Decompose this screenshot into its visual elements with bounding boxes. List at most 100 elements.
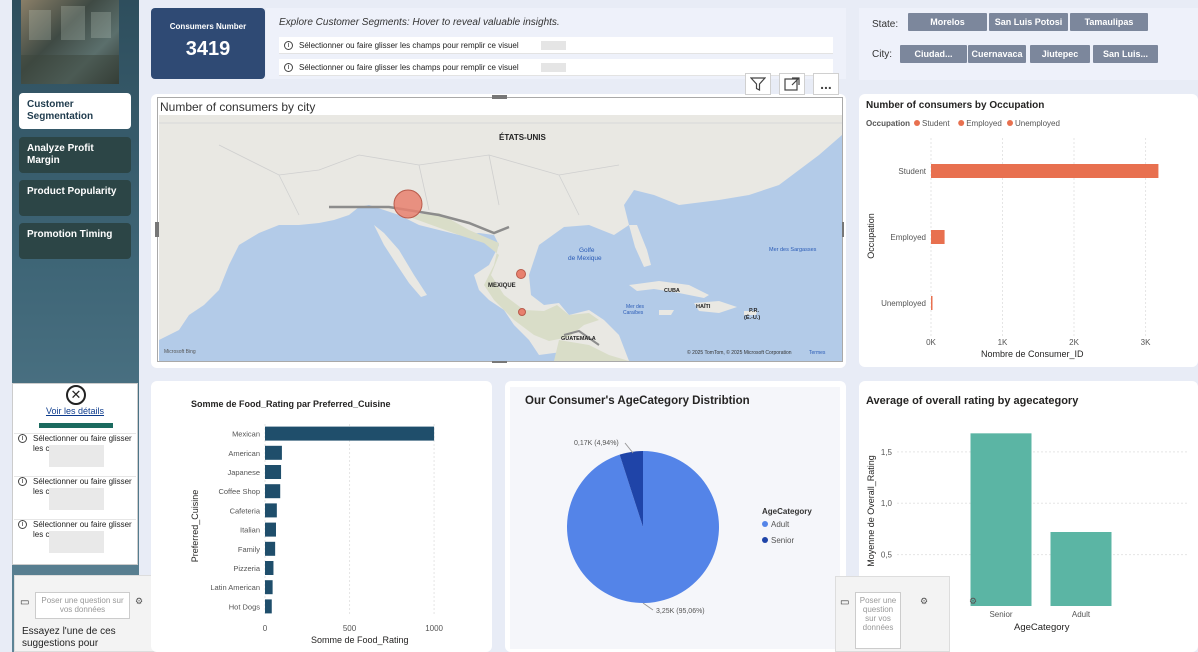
more-options-icon[interactable]: ... [813, 73, 839, 95]
resize-handle[interactable] [492, 95, 507, 99]
city-label: City: [872, 49, 892, 60]
info-icon: i [18, 477, 27, 486]
info-icon: i [284, 41, 293, 50]
city-chip-jiutepec[interactable]: Jiutepec [1030, 45, 1090, 63]
y-axis-label: Preferred_Cuisine [190, 490, 200, 563]
legend-marker [1007, 120, 1013, 126]
filter-icon[interactable] [745, 73, 771, 95]
y-axis-label: Moyenne de Overall_Rating [866, 455, 876, 567]
leader-line [642, 602, 654, 611]
map-visual[interactable]: ÉTATS-UNIS MEXIQUE CUBA HAÏTI P.R. (É.-U… [159, 115, 842, 361]
info-icon: i [284, 63, 293, 72]
bar [931, 296, 933, 310]
chat-icon: ▭ [840, 597, 850, 608]
qa-input-left[interactable]: Poser une question sur vos données [35, 592, 130, 619]
legend-entry: Unemployed [1015, 119, 1060, 128]
map-label: Mer des Sargasses [769, 247, 817, 253]
bar [931, 164, 1159, 178]
map-label: Golfe [579, 247, 595, 254]
map-label: de Mexique [568, 255, 602, 262]
leader-line [624, 442, 634, 454]
city-chip-san-luis[interactable]: San Luis... [1093, 45, 1158, 63]
details-link[interactable]: Voir les détails [12, 406, 138, 416]
y-tick-label: Unemployed [881, 299, 926, 308]
map-label: MEXIQUE [488, 283, 516, 289]
avg-title: Average of overall rating by agecategory [866, 395, 1079, 407]
y-tick-label: Italian [240, 526, 260, 535]
y-tick-label: 1,0 [881, 499, 893, 508]
settings-icon[interactable]: ⚙ [135, 596, 143, 607]
food-chart[interactable]: Somme de Food_Rating par Preferred_Cuisi… [151, 381, 492, 652]
bar [265, 561, 274, 575]
legend-entry: Senior [771, 536, 794, 545]
map-label: GUATEMALA [561, 336, 596, 342]
bar [970, 433, 1032, 606]
map-attribution: © 2025 TomTom, © 2025 Microsoft Corporat… [687, 349, 792, 356]
age-chart[interactable]: Our Consumer's AgeCategory Distribtion 3… [505, 381, 846, 652]
legend-entry: Employed [966, 119, 1002, 128]
x-axis-label: Somme de Food_Rating [311, 635, 409, 645]
data-label: 3,25K (95,06%) [656, 608, 705, 615]
map-title: Number of consumers by city [160, 100, 316, 114]
map-label: Caraïbes [623, 310, 644, 316]
bing-logo: Microsoft Bing [164, 349, 196, 355]
city-bubble [516, 269, 526, 279]
x-tick-label: 3K [1141, 338, 1151, 347]
x-tick-label: 2K [1069, 338, 1079, 347]
x-axis-label: AgeCategory [1014, 622, 1070, 633]
focus-mode-icon[interactable] [779, 73, 805, 95]
x-tick-label: 1K [998, 338, 1008, 347]
age-title: Our Consumer's AgeCategory Distribtion [525, 395, 750, 407]
nav-product-popularity[interactable]: Product Popularity [19, 180, 131, 216]
info-icon: i [18, 434, 27, 443]
map-label: ÉTATS-UNIS [499, 133, 546, 142]
y-tick-label: Mexican [232, 430, 260, 439]
occupation-chart[interactable]: Number of consumers by Occupation Occupa… [859, 94, 1198, 367]
y-tick-label: Cafeteria [230, 506, 261, 515]
map-label: (É.-U.) [744, 313, 760, 321]
explore-text: Explore Customer Segments: Hover to reve… [279, 17, 560, 28]
y-axis-label: Occupation [866, 213, 876, 259]
x-tick-label: 0 [263, 624, 268, 633]
legend-entry: Adult [771, 520, 790, 529]
bar [1050, 532, 1112, 606]
city-bubble [393, 189, 423, 219]
y-tick-label: American [228, 449, 260, 458]
bar [265, 599, 272, 614]
kpi-label: Consumers Number [169, 22, 247, 31]
legend-marker [914, 120, 920, 126]
qa-input-right[interactable]: Poser une question sur vos données [855, 592, 901, 649]
state-chip-tamaulipas[interactable]: Tamaulipas [1070, 13, 1148, 31]
nav-promotion-timing[interactable]: Promotion Timing [19, 223, 131, 259]
qa-suggest: Essayez l'une de ces suggestions pour [22, 626, 116, 649]
bar [265, 522, 276, 537]
y-tick-label: 0,5 [881, 551, 893, 560]
x-axis-label: Nombre de Consumer_ID [981, 349, 1084, 359]
state-chip-morelos[interactable]: Morelos [908, 13, 987, 31]
x-tick-label: Adult [1072, 610, 1091, 619]
chat-icon: ▭ [20, 597, 30, 608]
y-tick-label: Latin American [210, 583, 260, 592]
y-tick-label: Pizzeria [233, 564, 261, 573]
bar [265, 541, 276, 556]
nav-analyze-profit-margin[interactable]: Analyze Profit Margin [19, 137, 131, 173]
occupation-legend: Occupation Student Employed Unemployed [866, 119, 1060, 128]
state-chip-san-luis-potosi[interactable]: San Luis Potosi [989, 13, 1068, 31]
legend-marker [958, 120, 965, 126]
state-label: State: [872, 19, 899, 30]
y-tick-label: Employed [890, 233, 926, 242]
bar [265, 503, 277, 518]
settings-icon[interactable]: ⚙ [969, 596, 977, 607]
details-item: iSélectionner ou faire glisser les ch pl… [14, 433, 136, 475]
y-tick-label: Coffee Shop [218, 487, 260, 496]
city-chip-ciudad[interactable]: Ciudad... [900, 45, 967, 63]
restaurant-photo [21, 0, 119, 84]
city-chip-cuernavaca[interactable]: Cuernavaca [968, 45, 1026, 63]
legend-entry: Student [922, 119, 950, 128]
settings-icon[interactable]: ⚙ [920, 596, 928, 607]
details-item: iSélectionner ou faire glisser les ch pl… [14, 519, 136, 561]
map-label: P.R. [749, 308, 759, 314]
map-label: HAÏTI [696, 303, 711, 310]
nav-customer-segmentation[interactable]: Customer Segmentation [19, 93, 131, 129]
close-icon[interactable]: ✕ [66, 385, 86, 405]
